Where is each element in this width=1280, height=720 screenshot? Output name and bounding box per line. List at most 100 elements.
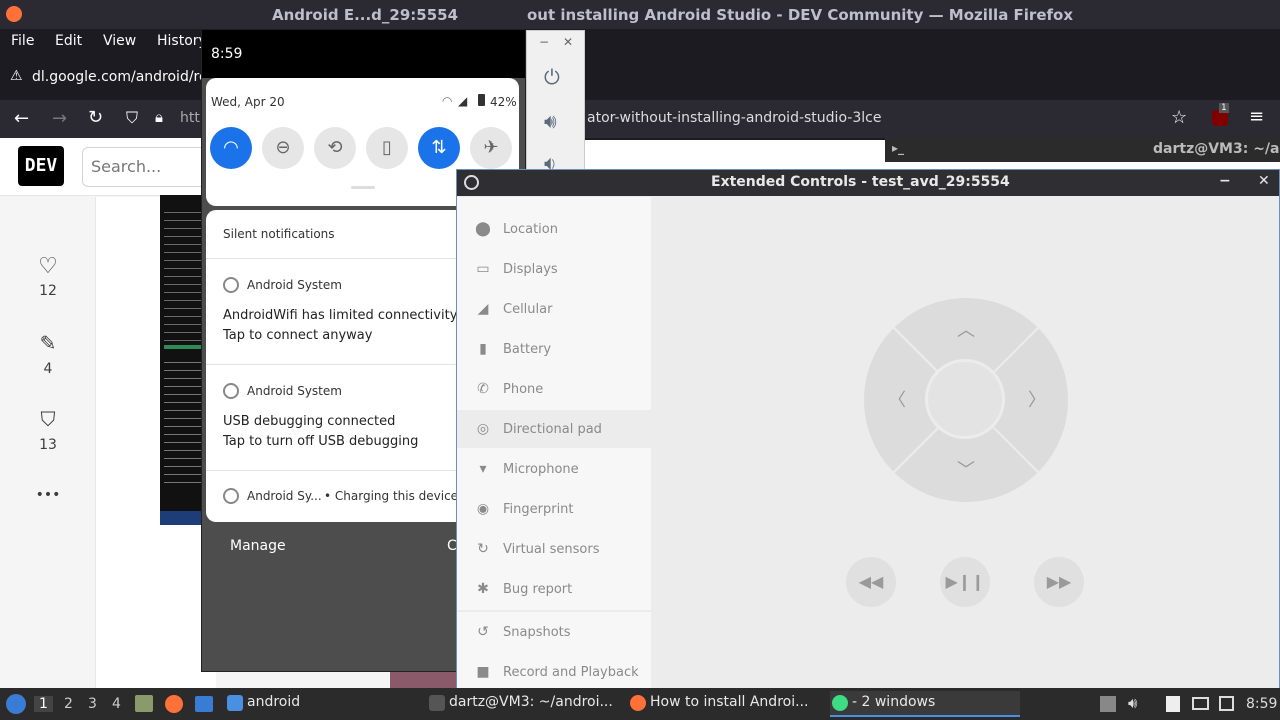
dpad-down-icon[interactable]: ﹀: [957, 456, 975, 482]
reload-icon[interactable]: ↻: [88, 107, 103, 128]
workspace-1[interactable]: 1: [34, 696, 53, 712]
manage-button[interactable]: Manage: [230, 538, 286, 554]
notification-wifi[interactable]: Android System AndroidWifi has limited c…: [206, 258, 457, 364]
microphone-icon: ▾: [479, 461, 487, 477]
tray-volume-icon[interactable]: 🔊︎: [1128, 694, 1137, 712]
more-options-icon[interactable]: •••: [30, 487, 66, 503]
task-label: - 2 windows: [852, 694, 936, 710]
content-strip: [585, 140, 885, 169]
ec-item-snapshots[interactable]: ↺ Snapshots: [457, 613, 651, 651]
dev-logo[interactable]: DEV: [18, 146, 64, 186]
clock: 8:59: [1246, 696, 1278, 712]
minimize-icon[interactable]: −: [539, 35, 549, 49]
close-icon[interactable]: ✕: [1258, 173, 1270, 189]
task-emulator[interactable]: - 2 windows: [830, 691, 1020, 717]
dpad-right-icon[interactable]: 〉: [1028, 386, 1046, 412]
download-url[interactable]: dl.google.com/android/re: [32, 69, 208, 85]
emulator-toolbar: − ✕ ⏻ 🔊︎ 🔉︎: [526, 30, 585, 175]
tray-network-icon[interactable]: [1219, 696, 1234, 711]
forward-icon[interactable]: →: [52, 108, 67, 129]
ec-item-phone[interactable]: ✆ Phone: [457, 370, 651, 408]
fast-forward-icon[interactable]: ▶▶: [1034, 557, 1084, 607]
ec-item-location[interactable]: ⬤ Location: [457, 210, 651, 248]
signal-icon: ◢: [477, 301, 489, 317]
start-menu-icon[interactable]: [6, 694, 26, 714]
task-firefox[interactable]: How to install Androi...: [628, 691, 818, 717]
url-text-visible[interactable]: ator-without-installing-android-studio-3…: [587, 110, 881, 126]
extended-controls-titlebar: Extended Controls - test_avd_29:5554 − ✕: [457, 170, 1279, 196]
reaction-bookmark[interactable]: ⛉ 13: [30, 407, 66, 453]
workspace-3[interactable]: 3: [88, 696, 97, 712]
ec-item-record-playback[interactable]: ■ Record and Playback: [457, 653, 651, 688]
notification-title: USB debugging connected: [223, 414, 396, 429]
battery-status-icon: [478, 94, 485, 106]
unicorn-icon: ✎: [39, 331, 57, 355]
firefox-titlebar: Android E...d_29:5554 out installing And…: [0, 0, 1280, 29]
menu-icon[interactable]: ≡: [1249, 106, 1264, 127]
emulator-title-fragment: Android E...d_29:5554: [272, 6, 459, 24]
menu-history[interactable]: History: [157, 33, 207, 49]
display-icon: ▭: [476, 261, 490, 277]
ec-item-battery[interactable]: ▮ Battery: [457, 330, 651, 368]
ec-item-label: Record and Playback: [503, 665, 639, 680]
close-icon[interactable]: ✕: [563, 35, 573, 49]
silent-notifications-header: Silent notifications: [223, 227, 335, 241]
firefox-icon: [630, 695, 646, 711]
dpad-center-button[interactable]: [925, 359, 1005, 439]
play-pause-icon[interactable]: ▶❙❙: [940, 557, 990, 607]
extended-controls-title: Extended Controls - test_avd_29:5554: [711, 174, 1010, 190]
task-android-folder[interactable]: android: [225, 691, 415, 717]
desktop-launcher-icon[interactable]: [195, 696, 213, 712]
airplane-tile-icon[interactable]: ✈: [470, 127, 512, 169]
ec-item-virtual-sensors[interactable]: ↻ Virtual sensors: [457, 530, 651, 568]
taskbar: 1 2 3 4 android dartz@VM3: ~/androi... H…: [0, 688, 1280, 720]
firefox-launcher-icon[interactable]: [165, 695, 183, 713]
reaction-unicorn[interactable]: ✎ 4: [30, 331, 66, 377]
tray-clipboard-icon[interactable]: [1166, 696, 1180, 712]
ec-item-fingerprint[interactable]: ◉ Fingerprint: [457, 490, 651, 528]
dpad-left-icon[interactable]: 〈: [888, 386, 906, 412]
autorotate-tile-icon[interactable]: ⟲: [314, 127, 356, 169]
tray-display-icon[interactable]: [1192, 697, 1209, 710]
workspace-2[interactable]: 2: [64, 696, 73, 712]
notification-usb[interactable]: Android System USB debugging connected T…: [206, 364, 456, 470]
workspace-4[interactable]: 4: [112, 696, 121, 712]
menu-view[interactable]: View: [103, 33, 136, 49]
reaction-heart[interactable]: ♡ 12: [30, 254, 66, 299]
ec-item-directional-pad[interactable]: ◎ Directional pad: [457, 410, 651, 448]
wifi-tile-icon[interactable]: ◠: [210, 127, 252, 169]
dnd-tile-icon[interactable]: ⊖: [262, 127, 304, 169]
ec-item-displays[interactable]: ▭ Displays: [457, 250, 651, 288]
bookmark-star-icon[interactable]: ☆: [1171, 107, 1187, 128]
task-label: android: [247, 694, 301, 710]
back-icon[interactable]: ←: [14, 108, 29, 129]
shield-icon[interactable]: ⛉: [126, 108, 138, 128]
battery-icon: ▮: [479, 341, 487, 357]
volume-up-icon[interactable]: 🔊︎: [544, 109, 557, 133]
url-prefix[interactable]: htt: [180, 110, 200, 126]
menu-file[interactable]: File: [11, 33, 34, 49]
ec-item-cellular[interactable]: ◢ Cellular: [457, 290, 651, 328]
emulator-app-icon: [464, 175, 479, 190]
notification-app-name: Android System: [247, 384, 342, 398]
power-icon[interactable]: ⏻: [544, 65, 560, 89]
dpad-up-icon[interactable]: ︿: [957, 316, 975, 342]
task-terminal[interactable]: dartz@VM3: ~/androi...: [427, 691, 617, 717]
mobile-data-tile-icon[interactable]: ⇅: [418, 127, 460, 169]
task-label: How to install Androi...: [650, 694, 809, 710]
battery-saver-tile-icon[interactable]: ▯: [366, 127, 408, 169]
menu-edit[interactable]: Edit: [55, 33, 82, 49]
rewind-icon[interactable]: ◀◀: [846, 557, 896, 607]
warning-icon: ⚠: [10, 68, 23, 84]
bookmark-count: 13: [39, 437, 57, 453]
heart-count: 12: [39, 283, 57, 299]
file-manager-launcher-icon[interactable]: [135, 695, 153, 712]
minimize-icon[interactable]: −: [1219, 173, 1231, 189]
tray-updates-icon[interactable]: [1100, 696, 1116, 712]
notification-footer: Manage C: [202, 522, 457, 562]
fingerprint-icon: ◉: [476, 501, 490, 517]
ec-item-microphone[interactable]: ▾ Microphone: [457, 450, 651, 488]
ec-item-bug-report[interactable]: ✱ Bug report: [457, 570, 651, 608]
qs-handle[interactable]: [351, 186, 375, 189]
notification-charging[interactable]: Android Sy... • Charging this device via: [206, 470, 480, 522]
